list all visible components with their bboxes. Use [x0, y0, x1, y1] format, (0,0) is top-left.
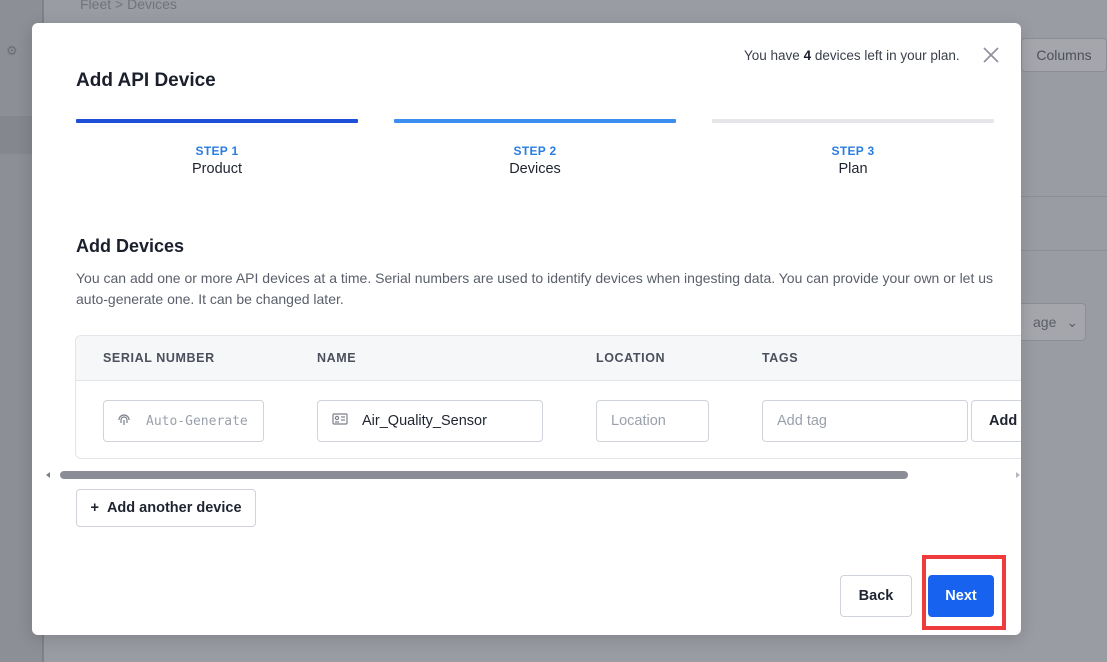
step-devices: STEP 2 Devices: [394, 119, 676, 177]
step-name: Devices: [509, 161, 561, 177]
close-button[interactable]: [980, 44, 1002, 66]
tag-placeholder: Add tag: [777, 413, 827, 429]
step-kicker: STEP 2: [513, 144, 557, 158]
section-title: Add Devices: [76, 236, 185, 256]
settings-icon: ⚙: [6, 43, 18, 58]
device-name-input[interactable]: Air_Quality_Sensor: [317, 400, 543, 442]
modal-title: Add API Device: [76, 70, 216, 91]
plus-icon: +: [90, 500, 99, 516]
tag-input[interactable]: Add tag: [762, 400, 968, 442]
table-horizontal-scrollbar[interactable]: [42, 469, 1021, 481]
location-input[interactable]: Location: [596, 400, 709, 442]
serial-number-input[interactable]: Auto-Generate: [103, 400, 264, 442]
scrollbar-thumb[interactable]: [60, 471, 908, 479]
chevron-down-icon: ⌄: [1066, 313, 1079, 330]
column-header-name: NAME: [317, 351, 357, 365]
next-button[interactable]: Next: [928, 575, 994, 617]
add-another-device-label: Add another device: [106, 500, 242, 516]
column-header-tags: TAGS: [762, 351, 799, 365]
section-description: You can add one or more API devices at a…: [76, 270, 994, 307]
location-placeholder: Location: [611, 413, 666, 429]
column-header-serial-number: SERIAL NUMBER: [103, 351, 215, 365]
back-button[interactable]: Back: [840, 575, 912, 617]
close-icon: [983, 47, 999, 63]
add-api-device-modal: Add API Device You have 4 devices left i…: [32, 23, 1021, 635]
step-name: Product: [192, 161, 242, 177]
column-header-location: LOCATION: [596, 351, 666, 365]
add-tag-button[interactable]: Add: [971, 400, 1021, 442]
add-another-device-button[interactable]: + Add another device: [76, 489, 256, 527]
step-progress-bar: [394, 119, 676, 123]
scroll-right-arrow-icon[interactable]: [1016, 472, 1020, 478]
devices-left-count: 4: [803, 48, 812, 63]
step-product: STEP 1 Product: [76, 119, 358, 177]
step-plan: STEP 3 Plan: [712, 119, 994, 177]
scroll-left-arrow-icon[interactable]: [46, 472, 50, 478]
step-progress-bar: [712, 119, 994, 123]
fingerprint-icon: [116, 411, 132, 431]
step-kicker: STEP 1: [195, 144, 239, 158]
page-size-label: age: [1033, 314, 1057, 330]
breadcrumb: Fleet > Devices: [80, 0, 177, 12]
devices-table: SERIAL NUMBER NAME LOCATION TAGS Auto-Ge…: [75, 335, 1021, 459]
step-name: Plan: [838, 161, 868, 177]
serial-number-placeholder: Auto-Generate: [146, 413, 248, 429]
table-header: SERIAL NUMBER NAME LOCATION TAGS: [76, 336, 1021, 381]
stepper: STEP 1 Product STEP 2 Devices STEP 3 Pla…: [76, 119, 994, 179]
columns-button: Columns: [1021, 38, 1107, 72]
plan-notice-suffix: devices left in your plan.: [811, 48, 960, 63]
plan-notice-prefix: You have: [744, 48, 804, 63]
table-row: Auto-Generate Air_Quality_Sensor Locatio…: [76, 381, 1021, 458]
step-progress-bar: [76, 119, 358, 123]
plan-notice: You have 4 devices left in your plan.: [744, 48, 960, 63]
step-kicker: STEP 3: [831, 144, 875, 158]
device-name-value: Air_Quality_Sensor: [362, 413, 487, 429]
id-card-icon: [332, 412, 348, 430]
